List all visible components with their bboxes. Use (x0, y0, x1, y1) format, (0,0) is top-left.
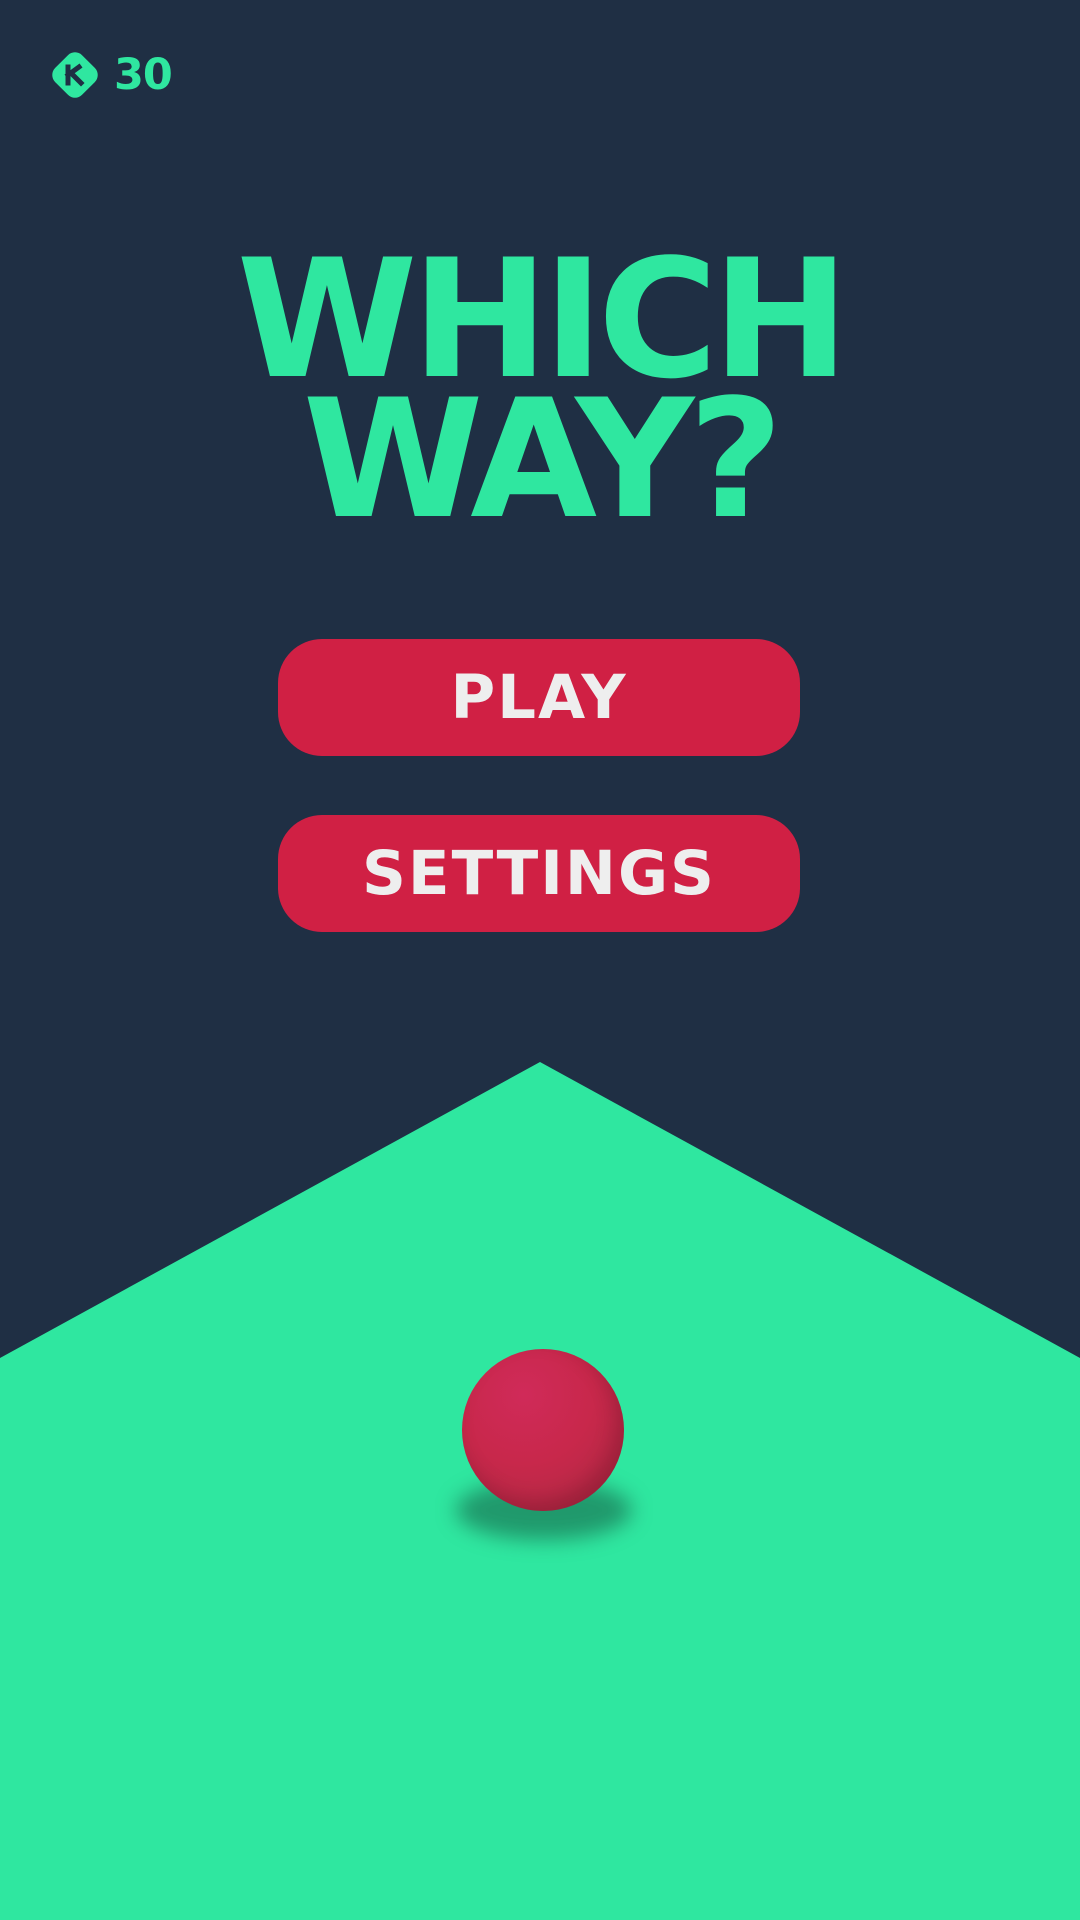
title-line-way: WAY? (302, 364, 784, 555)
settings-button[interactable]: SETTINGS (278, 815, 800, 932)
coin-counter: 30 (48, 48, 173, 102)
coin-count: 30 (114, 49, 173, 100)
play-button[interactable]: PLAY (278, 639, 800, 756)
coin-icon (52, 52, 98, 98)
game-title: WHICH WAY? (0, 238, 1080, 555)
game-screen: 30 WHICH WAY? PLAY SETTINGS (0, 0, 1080, 1920)
player-ball (462, 1349, 624, 1511)
